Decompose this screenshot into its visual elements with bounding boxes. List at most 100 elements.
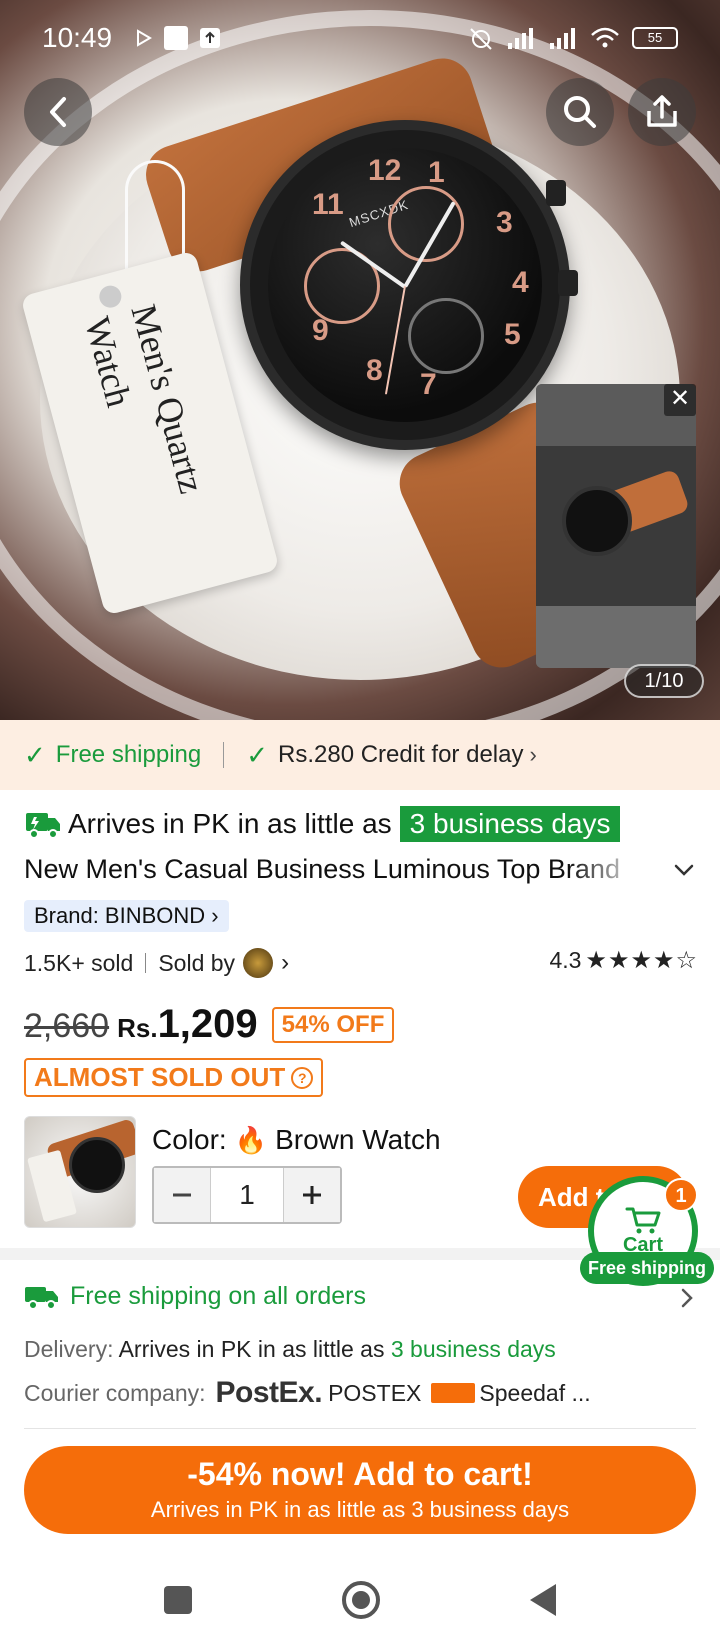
sold-by-label: Sold by bbox=[158, 949, 236, 976]
share-button[interactable] bbox=[628, 78, 696, 146]
sales-info: 1.5K+ sold Sold by › bbox=[24, 948, 289, 978]
cart-free-shipping-badge: Free shipping bbox=[580, 1252, 715, 1284]
discount-badge: 54% OFF bbox=[271, 1006, 395, 1043]
second-hand bbox=[384, 285, 406, 395]
divider bbox=[145, 953, 147, 973]
plus-icon bbox=[303, 1186, 321, 1204]
truck-icon bbox=[25, 1286, 58, 1310]
system-icons: 55 bbox=[468, 26, 678, 50]
video-preview-thumbnail[interactable] bbox=[536, 384, 696, 668]
cta-sub-text: Arrives in PK in as little as 3 business… bbox=[150, 1497, 570, 1522]
close-video-preview-button[interactable]: ✕ bbox=[664, 384, 696, 416]
dial-number: 7 bbox=[420, 368, 437, 401]
sold-count: 1.5K+ sold bbox=[24, 949, 134, 976]
courier-speedaf: Speedaf ... bbox=[479, 1379, 591, 1406]
help-icon: ? bbox=[291, 1066, 314, 1089]
play-store-icon bbox=[137, 29, 152, 47]
rating[interactable]: 4.3 ★★★★☆ bbox=[549, 946, 698, 975]
dial-number: 5 bbox=[504, 318, 521, 351]
price-row: 2,660 Rs. 1,209 54% OFF bbox=[24, 1002, 395, 1047]
status-bar: 10:49 55 bbox=[0, 0, 720, 72]
color-selector[interactable]: Color: 🔥 Brown Watch bbox=[152, 1124, 441, 1156]
delivery-label: Delivery: bbox=[24, 1336, 114, 1362]
watch-case: MSCXDK 12 1 3 4 5 7 8 9 11 bbox=[240, 120, 578, 450]
divider bbox=[223, 742, 225, 768]
current-price: 1,209 bbox=[157, 1002, 258, 1046]
back-button[interactable] bbox=[24, 78, 92, 146]
seller-logo[interactable] bbox=[243, 948, 274, 978]
search-button[interactable] bbox=[546, 78, 614, 146]
image-counter: 1/10 bbox=[624, 664, 704, 698]
recent-apps-button[interactable] bbox=[164, 1586, 192, 1614]
delivery-info: Delivery: Arrives in PK in as little as … bbox=[24, 1336, 556, 1363]
delivery-prefix: Arrives in PK in as little as bbox=[118, 1336, 385, 1362]
arrival-banner: Arrives in PK in as little as 3 business… bbox=[24, 806, 621, 842]
postex-logo: PostEx. bbox=[215, 1376, 323, 1409]
quantity-value[interactable]: 1 bbox=[210, 1168, 284, 1222]
check-icon: ✓ bbox=[246, 739, 269, 770]
promo-strip[interactable]: ✓ Free shipping ✓ Rs.280 Credit for dela… bbox=[0, 720, 720, 790]
free-shipping-row[interactable]: Free shipping on all orders bbox=[24, 1282, 366, 1311]
almost-sold-out-badge[interactable]: ALMOST SOLD OUT ? bbox=[24, 1058, 324, 1097]
home-button[interactable] bbox=[342, 1581, 380, 1619]
decrease-quantity-button[interactable] bbox=[154, 1168, 210, 1222]
arrival-days-badge: 3 business days bbox=[399, 806, 621, 842]
status-time: 10:49 bbox=[42, 22, 113, 53]
cart-count-badge: 1 bbox=[664, 1178, 698, 1212]
variant-thumbnail[interactable] bbox=[24, 1116, 136, 1228]
share-icon bbox=[647, 95, 677, 127]
dial-number: 3 bbox=[496, 206, 513, 239]
signal-icon bbox=[550, 28, 575, 49]
notification-icons bbox=[134, 26, 222, 50]
watch-dial: MSCXDK 12 1 3 4 5 7 8 9 11 bbox=[268, 148, 542, 422]
dial-number: 12 bbox=[368, 154, 402, 187]
rating-value: 4.3 bbox=[549, 947, 582, 973]
tag-hole bbox=[96, 283, 124, 311]
original-price: 2,660 bbox=[24, 1007, 110, 1045]
alarm-off-icon bbox=[470, 28, 492, 50]
delivery-days: 3 business days bbox=[390, 1336, 556, 1362]
increase-quantity-button[interactable] bbox=[284, 1168, 340, 1222]
currency: Rs. bbox=[117, 1013, 158, 1043]
almost-sold-out-label: ALMOST SOLD OUT bbox=[34, 1062, 286, 1092]
watch-crown bbox=[546, 180, 566, 206]
free-shipping-headline: Free shipping on all orders bbox=[70, 1282, 366, 1310]
product-title: New Men's Casual Business Luminous Top B… bbox=[24, 854, 620, 884]
star-rating-icon: ★★★★☆ bbox=[585, 947, 698, 974]
color-value: Brown Watch bbox=[275, 1124, 441, 1155]
subdial bbox=[408, 298, 484, 374]
expand-title-chevron-icon[interactable] bbox=[672, 858, 696, 882]
credit-for-delay-label: Rs.280 Credit for delay bbox=[278, 741, 524, 768]
battery-icon: 55 bbox=[632, 27, 678, 49]
gallery-icon bbox=[164, 26, 188, 50]
wifi-icon bbox=[591, 27, 619, 48]
dial-number: 9 bbox=[312, 314, 329, 347]
dial-number: 4 bbox=[512, 266, 529, 299]
courier-label: Courier company: bbox=[24, 1379, 206, 1406]
brand-link[interactable]: Brand: BINBOND › bbox=[24, 900, 229, 932]
chevron-left-icon bbox=[50, 97, 66, 127]
speedaf-logo bbox=[431, 1383, 476, 1403]
courier-info: Courier company: PostEx. POSTEX Speedaf … bbox=[24, 1376, 591, 1410]
video-preview-image bbox=[536, 446, 696, 606]
search-icon bbox=[564, 96, 596, 128]
check-icon: ✓ bbox=[24, 739, 46, 770]
add-to-cart-cta-button[interactable]: -54% now! Add to cart! Arrives in PK in … bbox=[24, 1446, 696, 1534]
dial-number: 8 bbox=[366, 354, 383, 387]
free-shipping-label: Free shipping bbox=[55, 741, 202, 768]
chevron-right-icon: › bbox=[211, 903, 219, 928]
cart-icon bbox=[625, 1207, 661, 1233]
divider bbox=[24, 1428, 696, 1429]
color-label: Color: bbox=[152, 1124, 227, 1155]
system-back-button[interactable] bbox=[530, 1584, 556, 1616]
minus-icon bbox=[173, 1193, 191, 1197]
courier-postex: POSTEX bbox=[328, 1379, 422, 1406]
chevron-right-icon[interactable]: › bbox=[281, 949, 289, 977]
chevron-right-icon[interactable] bbox=[678, 1286, 696, 1310]
chevron-right-icon: › bbox=[529, 742, 537, 767]
signal-icon bbox=[508, 28, 533, 49]
dial-number: 11 bbox=[312, 188, 344, 221]
tag-text: Men's Quartz Watch bbox=[77, 300, 213, 498]
system-navigation-bar bbox=[0, 1560, 720, 1640]
quantity-stepper[interactable]: 1 bbox=[152, 1166, 342, 1224]
